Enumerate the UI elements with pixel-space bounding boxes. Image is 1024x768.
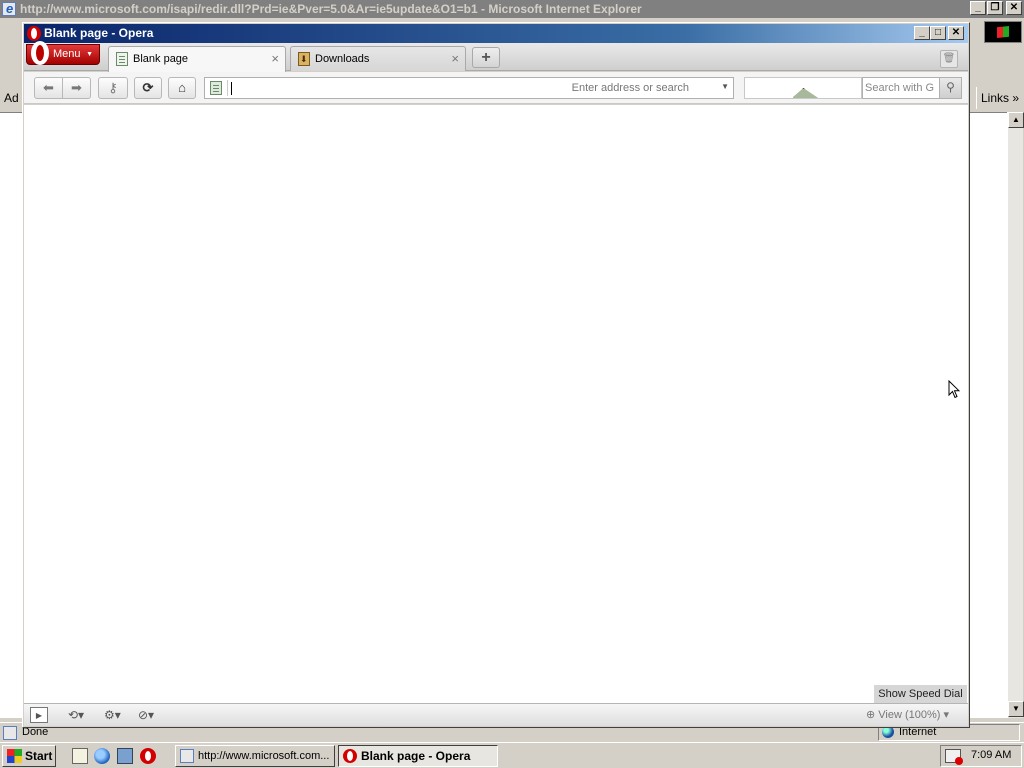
outlook-express-icon[interactable] [117, 748, 133, 764]
taskbar-item-opera[interactable]: Blank page - Opera [338, 745, 498, 767]
zoom-control[interactable]: ⊕ View (100%) ▾ [866, 707, 964, 723]
zoom-label: View (100%) [878, 709, 941, 721]
reload-button[interactable]: ⟳ [134, 77, 162, 99]
ie-content-area-right [970, 112, 1008, 718]
ie-titlebar: http://www.microsoft.com/isapi/redir.dll… [0, 0, 1024, 18]
home-icon: ⌂ [178, 80, 186, 95]
search-engine-thumbnail [744, 77, 862, 99]
opera-logo-icon [343, 749, 357, 763]
download-icon [298, 47, 310, 71]
page-icon [116, 52, 128, 66]
ie-links-toolbar[interactable]: Links » [976, 87, 1022, 109]
address-toolbar: ⬅ ➡ ⚷ ⟳ ⌂ ▼ ⚲ [24, 72, 968, 104]
address-input[interactable] [235, 78, 705, 98]
chevron-right-icon[interactable]: » [1012, 91, 1019, 105]
key-icon: ⚷ [108, 80, 118, 95]
start-label: Start [25, 749, 53, 763]
home-button[interactable]: ⌂ [168, 77, 196, 99]
trash-icon[interactable]: 🗑 [940, 50, 958, 68]
chevron-down-icon: ▼ [86, 51, 93, 58]
tab-label: Blank page [133, 53, 189, 65]
close-tab-icon[interactable]: × [451, 47, 459, 71]
tab-strip: Menu ▼ Blank page × Downloads × + 🗑 [24, 41, 968, 72]
search-field[interactable]: ⚲ [862, 77, 962, 99]
ie-content-area-left [0, 112, 22, 718]
opera-logo-icon [31, 41, 49, 65]
show-speed-dial-button[interactable]: Show Speed Dial [874, 685, 967, 703]
opera-window-title: Blank page - Opera [44, 26, 154, 40]
ie-window-icon [2, 0, 16, 18]
arrow-right-icon: ➡ [71, 80, 82, 95]
ie-links-label: Links [981, 91, 1010, 105]
start-button[interactable]: Start [2, 745, 56, 767]
wand-button[interactable]: ⚷ [98, 77, 128, 99]
chevron-down-icon: ▾ [943, 709, 950, 721]
scroll-down-arrow-icon[interactable]: ▼ [1008, 701, 1024, 717]
ie-close-button[interactable]: ✕ [1006, 1, 1022, 15]
taskbar: Start http://www.microsoft.com... Blank … [0, 742, 1024, 768]
panel-toggle-icon[interactable]: ▶ [30, 707, 48, 723]
maximize-button[interactable]: □ [930, 26, 946, 40]
close-button[interactable]: ✕ [948, 26, 964, 40]
tab-label: Downloads [315, 53, 370, 65]
page-done-icon [3, 726, 17, 740]
close-tab-icon[interactable]: × [271, 47, 279, 71]
text-caret [231, 82, 232, 95]
search-input[interactable] [865, 78, 937, 98]
opera-menu-button[interactable]: Menu ▼ [26, 41, 100, 65]
back-button[interactable]: ⬅ [34, 77, 63, 99]
system-tray: 7:09 AM [940, 745, 1022, 767]
tab-downloads[interactable]: Downloads × [290, 46, 466, 71]
address-separator [227, 80, 228, 96]
unite-icon[interactable]: ⚙▾ [104, 707, 130, 723]
arrow-left-icon: ⬅ [43, 80, 54, 95]
page-content[interactable] [24, 105, 968, 703]
taskbar-item-label: http://www.microsoft.com... [198, 750, 330, 762]
zoom-icon: ⊕ [866, 709, 876, 721]
reload-icon: ⟳ [142, 80, 154, 95]
sync-icon[interactable]: ⟲▾ [68, 707, 94, 723]
tab-blank-page[interactable]: Blank page × [108, 46, 286, 72]
scroll-up-arrow-icon[interactable]: ▲ [1008, 112, 1024, 128]
new-tab-button[interactable]: + [472, 47, 500, 68]
page-icon [210, 81, 222, 95]
opera-logo-icon[interactable] [140, 748, 156, 764]
mouse-pointer-icon [948, 380, 960, 399]
clock[interactable]: 7:09 AM [971, 749, 1011, 761]
ie-minimize-button[interactable]: _ [970, 1, 986, 15]
address-field[interactable]: ▼ [204, 77, 734, 99]
internet-explorer-icon[interactable] [94, 748, 110, 764]
windows-logo-icon [7, 749, 22, 763]
ie-vertical-scrollbar[interactable]: ▲ ▼ [1007, 112, 1024, 718]
minimize-button[interactable]: _ [914, 26, 930, 40]
opera-logo-icon [27, 26, 41, 41]
ie-restore-button[interactable]: ❐ [987, 1, 1003, 15]
turbo-icon[interactable]: ⊘▾ [138, 707, 164, 723]
windows-logo-throbber [984, 21, 1022, 43]
menu-label: Menu [53, 48, 81, 60]
show-desktop-icon[interactable] [72, 748, 88, 764]
search-button[interactable]: ⚲ [939, 78, 961, 98]
ie-window-title: http://www.microsoft.com/isapi/redir.dll… [20, 2, 642, 16]
status-bar: ▶ ⟲▾ ⚙▾ ⊘▾ ⊕ View (100%) ▾ [24, 703, 968, 726]
taskbar-item-ie[interactable]: http://www.microsoft.com... [175, 745, 335, 767]
scheduler-icon[interactable] [945, 749, 963, 765]
taskbar-item-label: Blank page - Opera [361, 749, 471, 763]
forward-button[interactable]: ➡ [62, 77, 91, 99]
opera-titlebar[interactable]: Blank page - Opera _ □ ✕ [24, 24, 968, 43]
opera-window: Blank page - Opera _ □ ✕ Menu ▼ Blank pa… [22, 22, 970, 728]
chevron-down-icon[interactable]: ▼ [721, 82, 729, 91]
internet-explorer-icon [180, 749, 194, 763]
search-icon: ⚲ [946, 80, 955, 94]
ie-address-label: Ad [4, 91, 19, 105]
